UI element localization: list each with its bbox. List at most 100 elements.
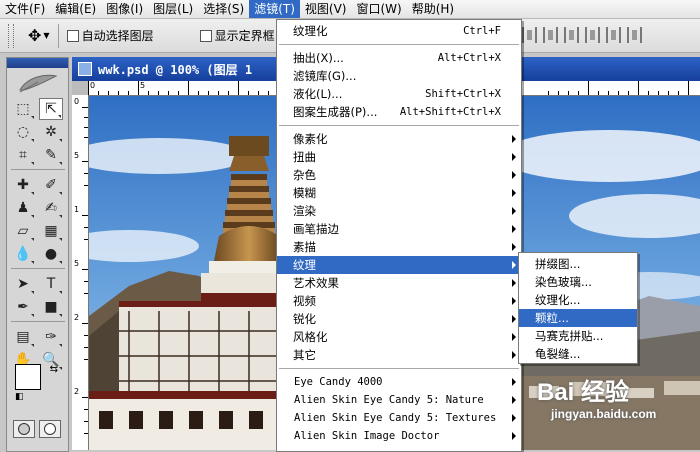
menu-item-noise[interactable]: 杂色 [277, 166, 521, 184]
submenu-arrow-icon [512, 333, 516, 341]
shape-tool-icon[interactable]: ■ [39, 296, 63, 318]
watermark: Bai 经验 jingyan.baidu.com [537, 372, 656, 421]
menu-item-render[interactable]: 渲染 [277, 202, 521, 220]
swap-colors-icon[interactable]: ⇆ [50, 364, 58, 375]
magic-wand-tool-icon[interactable]: ✲ [39, 121, 63, 143]
menu-image[interactable]: 图像(I) [101, 0, 148, 18]
menu-item-filter-gallery[interactable]: 滤镜库(G)... [277, 67, 521, 85]
menu-item-distort[interactable]: 扭曲 [277, 148, 521, 166]
foreground-color[interactable] [15, 364, 41, 390]
menu-item-blur[interactable]: 模糊 [277, 184, 521, 202]
toolbox: ⬚ ⇱ ◌ ✲ ⌗ ✎ ✚ ✐ ♟ ✍ ▱ ▦ 💧 ● ➤ T ✒ ■ ▤ ✑ … [6, 57, 69, 452]
menu-item-label: 扭曲 [293, 150, 316, 164]
notes-tool-icon[interactable]: ▤ [11, 326, 35, 348]
menu-item-artistic[interactable]: 艺术效果 [277, 274, 521, 292]
menu-help[interactable]: 帮助(H) [407, 0, 459, 18]
path-selection-tool-icon[interactable]: ➤ [11, 273, 35, 295]
submenu-item-craquelure[interactable]: 龟裂缝... [519, 345, 637, 363]
menu-item-brush-strokes[interactable]: 画笔描边 [277, 220, 521, 238]
healing-brush-tool-icon[interactable]: ✚ [11, 174, 35, 196]
menu-view[interactable]: 视图(V) [300, 0, 352, 18]
menu-item-eye-candy-nature[interactable]: Alien Skin Eye Candy 5: Nature [277, 391, 521, 409]
watermark-url: jingyan.baidu.com [551, 407, 657, 421]
menu-item-extract[interactable]: 抽出(X)... Alt+Ctrl+X [277, 49, 521, 67]
type-tool-icon[interactable]: T [39, 273, 63, 295]
lasso-tool-icon[interactable]: ◌ [11, 121, 35, 143]
submenu-arrow-icon [512, 315, 516, 323]
marquee-tool-icon[interactable]: ⬚ [11, 98, 35, 120]
tool-preset-dropdown-icon[interactable]: ▼ [43, 31, 49, 40]
tool-separator [11, 268, 65, 272]
menu-item-label: 锐化 [293, 312, 316, 326]
menu-item-sketch[interactable]: 素描 [277, 238, 521, 256]
menu-item-other[interactable]: 其它 [277, 346, 521, 364]
menu-item-stylize[interactable]: 风格化 [277, 328, 521, 346]
watermark-brand: Bai 经验 [537, 379, 630, 406]
submenu-item-stained-glass[interactable]: 染色玻璃... [519, 273, 637, 291]
submenu-item-mosaic-tiles[interactable]: 马赛克拼贴... [519, 327, 637, 345]
menu-item-eye-candy-4000[interactable]: Eye Candy 4000 [277, 373, 521, 391]
menu-edit[interactable]: 编辑(E) [50, 0, 101, 18]
menu-item-pixelate[interactable]: 像素化 [277, 130, 521, 148]
auto-select-checkbox[interactable]: 自动选择图层 [66, 27, 154, 44]
pen-tool-icon[interactable]: ✒ [11, 296, 35, 318]
menu-item-label: 抽出(X)... [293, 51, 344, 65]
align-right-icon[interactable] [627, 27, 642, 43]
mask-modes [13, 420, 61, 438]
align-bottom-icon[interactable] [564, 27, 579, 43]
ruler-vertical[interactable]: 0 5 1 5 2 2 [72, 95, 89, 450]
clone-stamp-tool-icon[interactable]: ♟ [11, 197, 35, 219]
menu-item-image-doctor[interactable]: Alien Skin Image Doctor [277, 427, 521, 445]
menu-item-video[interactable]: 视频 [277, 292, 521, 310]
slice-tool-icon[interactable]: ✎ [39, 144, 63, 166]
tool-grid: ⬚ ⇱ ◌ ✲ ⌗ ✎ ✚ ✐ ♟ ✍ ▱ ▦ 💧 ● ➤ T ✒ ■ ▤ ✑ … [7, 98, 68, 371]
submenu-item-grain[interactable]: 颗粒... [519, 309, 637, 327]
menu-separator [279, 125, 519, 126]
menu-item-label: 滤镜库(G)... [293, 69, 357, 83]
align-center-icon[interactable] [606, 27, 621, 43]
crop-tool-icon[interactable]: ⌗ [11, 144, 35, 166]
options-grip[interactable] [8, 23, 14, 48]
menu-item-eye-candy-textures[interactable]: Alien Skin Eye Candy 5: Textures [277, 409, 521, 427]
menu-filter[interactable]: 滤镜(T) [249, 0, 300, 18]
brush-tool-icon[interactable]: ✐ [39, 174, 63, 196]
history-brush-tool-icon[interactable]: ✍ [39, 197, 63, 219]
menu-item-liquify[interactable]: 液化(L)... Shift+Ctrl+X [277, 85, 521, 103]
menu-item-last-filter[interactable]: 纹理化 Ctrl+F [277, 22, 521, 40]
menu-item-label: 杂色 [293, 168, 316, 182]
menu-select[interactable]: 选择(S) [198, 0, 249, 18]
eraser-tool-icon[interactable]: ▱ [11, 220, 35, 242]
submenu-arrow-icon [512, 135, 516, 143]
toolbox-titlebar[interactable] [7, 58, 68, 68]
submenu-arrow-icon [512, 243, 516, 251]
menu-item-pattern-maker[interactable]: 图案生成器(P)... Alt+Shift+Ctrl+X [277, 103, 521, 121]
align-middle-icon[interactable] [543, 27, 558, 43]
move-tool-icon[interactable]: ✥ [28, 26, 41, 45]
submenu-item-texturizer[interactable]: 纹理化... [519, 291, 637, 309]
menu-item-sharpen[interactable]: 锐化 [277, 310, 521, 328]
move-tool-icon[interactable]: ⇱ [39, 98, 63, 120]
show-bounds-box[interactable] [199, 29, 212, 42]
submenu-arrow-icon [512, 297, 516, 305]
menu-file[interactable]: 文件(F) [0, 0, 50, 18]
default-colors-icon[interactable]: ◧ [15, 392, 24, 402]
submenu-arrow-icon [512, 414, 516, 422]
align-top-icon[interactable] [522, 27, 537, 43]
dodge-tool-icon[interactable]: ● [39, 243, 63, 265]
document-title: wwk.psd @ 100% (图层 1 [98, 62, 253, 77]
standard-mode-button[interactable] [13, 420, 35, 438]
blur-tool-icon[interactable]: 💧 [11, 243, 35, 265]
eyedropper-tool-icon[interactable]: ✑ [39, 326, 63, 348]
show-bounds-checkbox[interactable]: 显示定界框 [199, 27, 275, 44]
gradient-tool-icon[interactable]: ▦ [39, 220, 63, 242]
menu-window[interactable]: 窗口(W) [351, 0, 406, 18]
submenu-item-patchwork[interactable]: 拼缀图... [519, 255, 637, 273]
align-left-icon[interactable] [585, 27, 600, 43]
menu-layer[interactable]: 图层(L) [148, 0, 198, 18]
auto-select-box[interactable] [66, 29, 79, 42]
align-buttons [522, 27, 642, 43]
quick-mask-mode-button[interactable] [39, 420, 61, 438]
tool-separator [11, 321, 65, 325]
submenu-arrow-icon [512, 396, 516, 404]
menu-item-texture[interactable]: 纹理 [277, 256, 521, 274]
